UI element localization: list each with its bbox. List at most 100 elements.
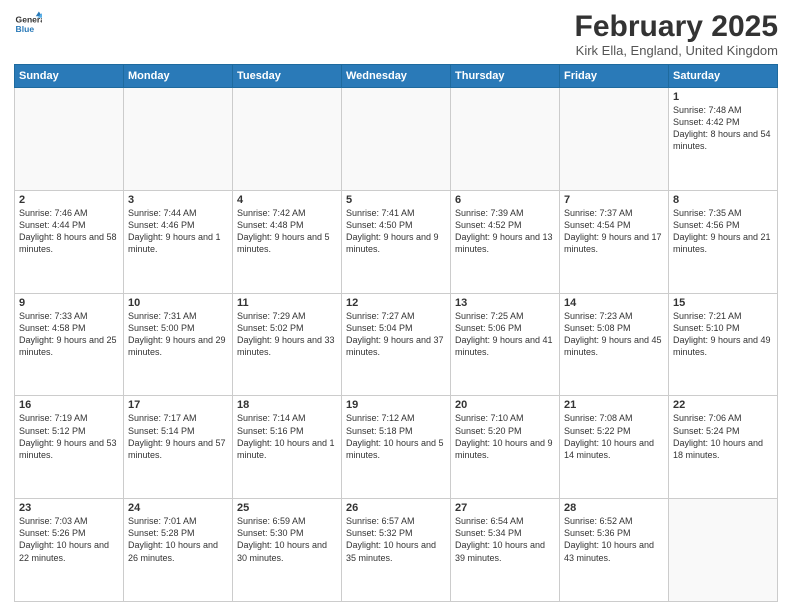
- day-number: 11: [237, 297, 337, 309]
- day-number: 21: [564, 399, 664, 411]
- table-row: 4Sunrise: 7:42 AM Sunset: 4:48 PM Daylig…: [233, 190, 342, 293]
- day-number: 17: [128, 399, 228, 411]
- day-number: 16: [19, 399, 119, 411]
- table-row: 1Sunrise: 7:48 AM Sunset: 4:42 PM Daylig…: [669, 88, 778, 191]
- col-tuesday: Tuesday: [233, 65, 342, 88]
- day-info: Sunrise: 7:17 AM Sunset: 5:14 PM Dayligh…: [128, 412, 228, 461]
- day-info: Sunrise: 7:39 AM Sunset: 4:52 PM Dayligh…: [455, 207, 555, 256]
- table-row: [560, 88, 669, 191]
- col-sunday: Sunday: [15, 65, 124, 88]
- day-number: 6: [455, 194, 555, 206]
- day-number: 14: [564, 297, 664, 309]
- table-row: 11Sunrise: 7:29 AM Sunset: 5:02 PM Dayli…: [233, 293, 342, 396]
- table-row: 25Sunrise: 6:59 AM Sunset: 5:30 PM Dayli…: [233, 499, 342, 602]
- table-row: 26Sunrise: 6:57 AM Sunset: 5:32 PM Dayli…: [342, 499, 451, 602]
- logo: General Blue: [14, 10, 42, 38]
- calendar-week-row: 16Sunrise: 7:19 AM Sunset: 5:12 PM Dayli…: [15, 396, 778, 499]
- day-number: 28: [564, 502, 664, 514]
- page: General Blue February 2025 Kirk Ella, En…: [0, 0, 792, 612]
- table-row: 14Sunrise: 7:23 AM Sunset: 5:08 PM Dayli…: [560, 293, 669, 396]
- day-info: Sunrise: 7:03 AM Sunset: 5:26 PM Dayligh…: [19, 515, 119, 564]
- table-row: 8Sunrise: 7:35 AM Sunset: 4:56 PM Daylig…: [669, 190, 778, 293]
- table-row: [15, 88, 124, 191]
- table-row: 16Sunrise: 7:19 AM Sunset: 5:12 PM Dayli…: [15, 396, 124, 499]
- calendar: Sunday Monday Tuesday Wednesday Thursday…: [14, 64, 778, 602]
- day-number: 15: [673, 297, 773, 309]
- day-number: 19: [346, 399, 446, 411]
- logo-icon: General Blue: [14, 10, 42, 38]
- day-number: 13: [455, 297, 555, 309]
- day-info: Sunrise: 7:33 AM Sunset: 4:58 PM Dayligh…: [19, 310, 119, 359]
- table-row: 7Sunrise: 7:37 AM Sunset: 4:54 PM Daylig…: [560, 190, 669, 293]
- day-number: 27: [455, 502, 555, 514]
- table-row: 23Sunrise: 7:03 AM Sunset: 5:26 PM Dayli…: [15, 499, 124, 602]
- day-info: Sunrise: 6:52 AM Sunset: 5:36 PM Dayligh…: [564, 515, 664, 564]
- day-number: 5: [346, 194, 446, 206]
- table-row: 2Sunrise: 7:46 AM Sunset: 4:44 PM Daylig…: [15, 190, 124, 293]
- day-info: Sunrise: 7:19 AM Sunset: 5:12 PM Dayligh…: [19, 412, 119, 461]
- calendar-week-row: 1Sunrise: 7:48 AM Sunset: 4:42 PM Daylig…: [15, 88, 778, 191]
- day-number: 26: [346, 502, 446, 514]
- calendar-header-row: Sunday Monday Tuesday Wednesday Thursday…: [15, 65, 778, 88]
- day-number: 25: [237, 502, 337, 514]
- day-number: 22: [673, 399, 773, 411]
- table-row: 5Sunrise: 7:41 AM Sunset: 4:50 PM Daylig…: [342, 190, 451, 293]
- day-info: Sunrise: 7:42 AM Sunset: 4:48 PM Dayligh…: [237, 207, 337, 256]
- day-info: Sunrise: 7:25 AM Sunset: 5:06 PM Dayligh…: [455, 310, 555, 359]
- day-number: 20: [455, 399, 555, 411]
- table-row: 15Sunrise: 7:21 AM Sunset: 5:10 PM Dayli…: [669, 293, 778, 396]
- day-number: 7: [564, 194, 664, 206]
- day-info: Sunrise: 7:46 AM Sunset: 4:44 PM Dayligh…: [19, 207, 119, 256]
- day-info: Sunrise: 7:01 AM Sunset: 5:28 PM Dayligh…: [128, 515, 228, 564]
- col-friday: Friday: [560, 65, 669, 88]
- calendar-week-row: 23Sunrise: 7:03 AM Sunset: 5:26 PM Dayli…: [15, 499, 778, 602]
- day-number: 2: [19, 194, 119, 206]
- table-row: 21Sunrise: 7:08 AM Sunset: 5:22 PM Dayli…: [560, 396, 669, 499]
- day-number: 12: [346, 297, 446, 309]
- calendar-week-row: 9Sunrise: 7:33 AM Sunset: 4:58 PM Daylig…: [15, 293, 778, 396]
- header: General Blue February 2025 Kirk Ella, En…: [14, 10, 778, 58]
- day-number: 1: [673, 91, 773, 103]
- table-row: 28Sunrise: 6:52 AM Sunset: 5:36 PM Dayli…: [560, 499, 669, 602]
- table-row: 12Sunrise: 7:27 AM Sunset: 5:04 PM Dayli…: [342, 293, 451, 396]
- day-number: 23: [19, 502, 119, 514]
- day-info: Sunrise: 7:48 AM Sunset: 4:42 PM Dayligh…: [673, 104, 773, 153]
- table-row: 3Sunrise: 7:44 AM Sunset: 4:46 PM Daylig…: [124, 190, 233, 293]
- day-number: 24: [128, 502, 228, 514]
- day-info: Sunrise: 7:08 AM Sunset: 5:22 PM Dayligh…: [564, 412, 664, 461]
- day-info: Sunrise: 6:59 AM Sunset: 5:30 PM Dayligh…: [237, 515, 337, 564]
- table-row: 9Sunrise: 7:33 AM Sunset: 4:58 PM Daylig…: [15, 293, 124, 396]
- day-info: Sunrise: 7:14 AM Sunset: 5:16 PM Dayligh…: [237, 412, 337, 461]
- day-info: Sunrise: 6:57 AM Sunset: 5:32 PM Dayligh…: [346, 515, 446, 564]
- day-info: Sunrise: 7:21 AM Sunset: 5:10 PM Dayligh…: [673, 310, 773, 359]
- table-row: 24Sunrise: 7:01 AM Sunset: 5:28 PM Dayli…: [124, 499, 233, 602]
- day-info: Sunrise: 7:44 AM Sunset: 4:46 PM Dayligh…: [128, 207, 228, 256]
- day-info: Sunrise: 7:27 AM Sunset: 5:04 PM Dayligh…: [346, 310, 446, 359]
- day-info: Sunrise: 7:31 AM Sunset: 5:00 PM Dayligh…: [128, 310, 228, 359]
- day-info: Sunrise: 7:12 AM Sunset: 5:18 PM Dayligh…: [346, 412, 446, 461]
- table-row: 10Sunrise: 7:31 AM Sunset: 5:00 PM Dayli…: [124, 293, 233, 396]
- table-row: [342, 88, 451, 191]
- header-right: February 2025 Kirk Ella, England, United…: [575, 10, 778, 58]
- col-monday: Monday: [124, 65, 233, 88]
- day-number: 9: [19, 297, 119, 309]
- table-row: 27Sunrise: 6:54 AM Sunset: 5:34 PM Dayli…: [451, 499, 560, 602]
- day-info: Sunrise: 6:54 AM Sunset: 5:34 PM Dayligh…: [455, 515, 555, 564]
- day-info: Sunrise: 7:29 AM Sunset: 5:02 PM Dayligh…: [237, 310, 337, 359]
- table-row: [451, 88, 560, 191]
- table-row: 20Sunrise: 7:10 AM Sunset: 5:20 PM Dayli…: [451, 396, 560, 499]
- day-info: Sunrise: 7:37 AM Sunset: 4:54 PM Dayligh…: [564, 207, 664, 256]
- day-number: 10: [128, 297, 228, 309]
- day-info: Sunrise: 7:10 AM Sunset: 5:20 PM Dayligh…: [455, 412, 555, 461]
- table-row: 13Sunrise: 7:25 AM Sunset: 5:06 PM Dayli…: [451, 293, 560, 396]
- day-number: 18: [237, 399, 337, 411]
- day-number: 8: [673, 194, 773, 206]
- table-row: [669, 499, 778, 602]
- day-info: Sunrise: 7:23 AM Sunset: 5:08 PM Dayligh…: [564, 310, 664, 359]
- month-title: February 2025: [575, 10, 778, 43]
- table-row: [124, 88, 233, 191]
- day-info: Sunrise: 7:41 AM Sunset: 4:50 PM Dayligh…: [346, 207, 446, 256]
- table-row: 6Sunrise: 7:39 AM Sunset: 4:52 PM Daylig…: [451, 190, 560, 293]
- col-wednesday: Wednesday: [342, 65, 451, 88]
- col-thursday: Thursday: [451, 65, 560, 88]
